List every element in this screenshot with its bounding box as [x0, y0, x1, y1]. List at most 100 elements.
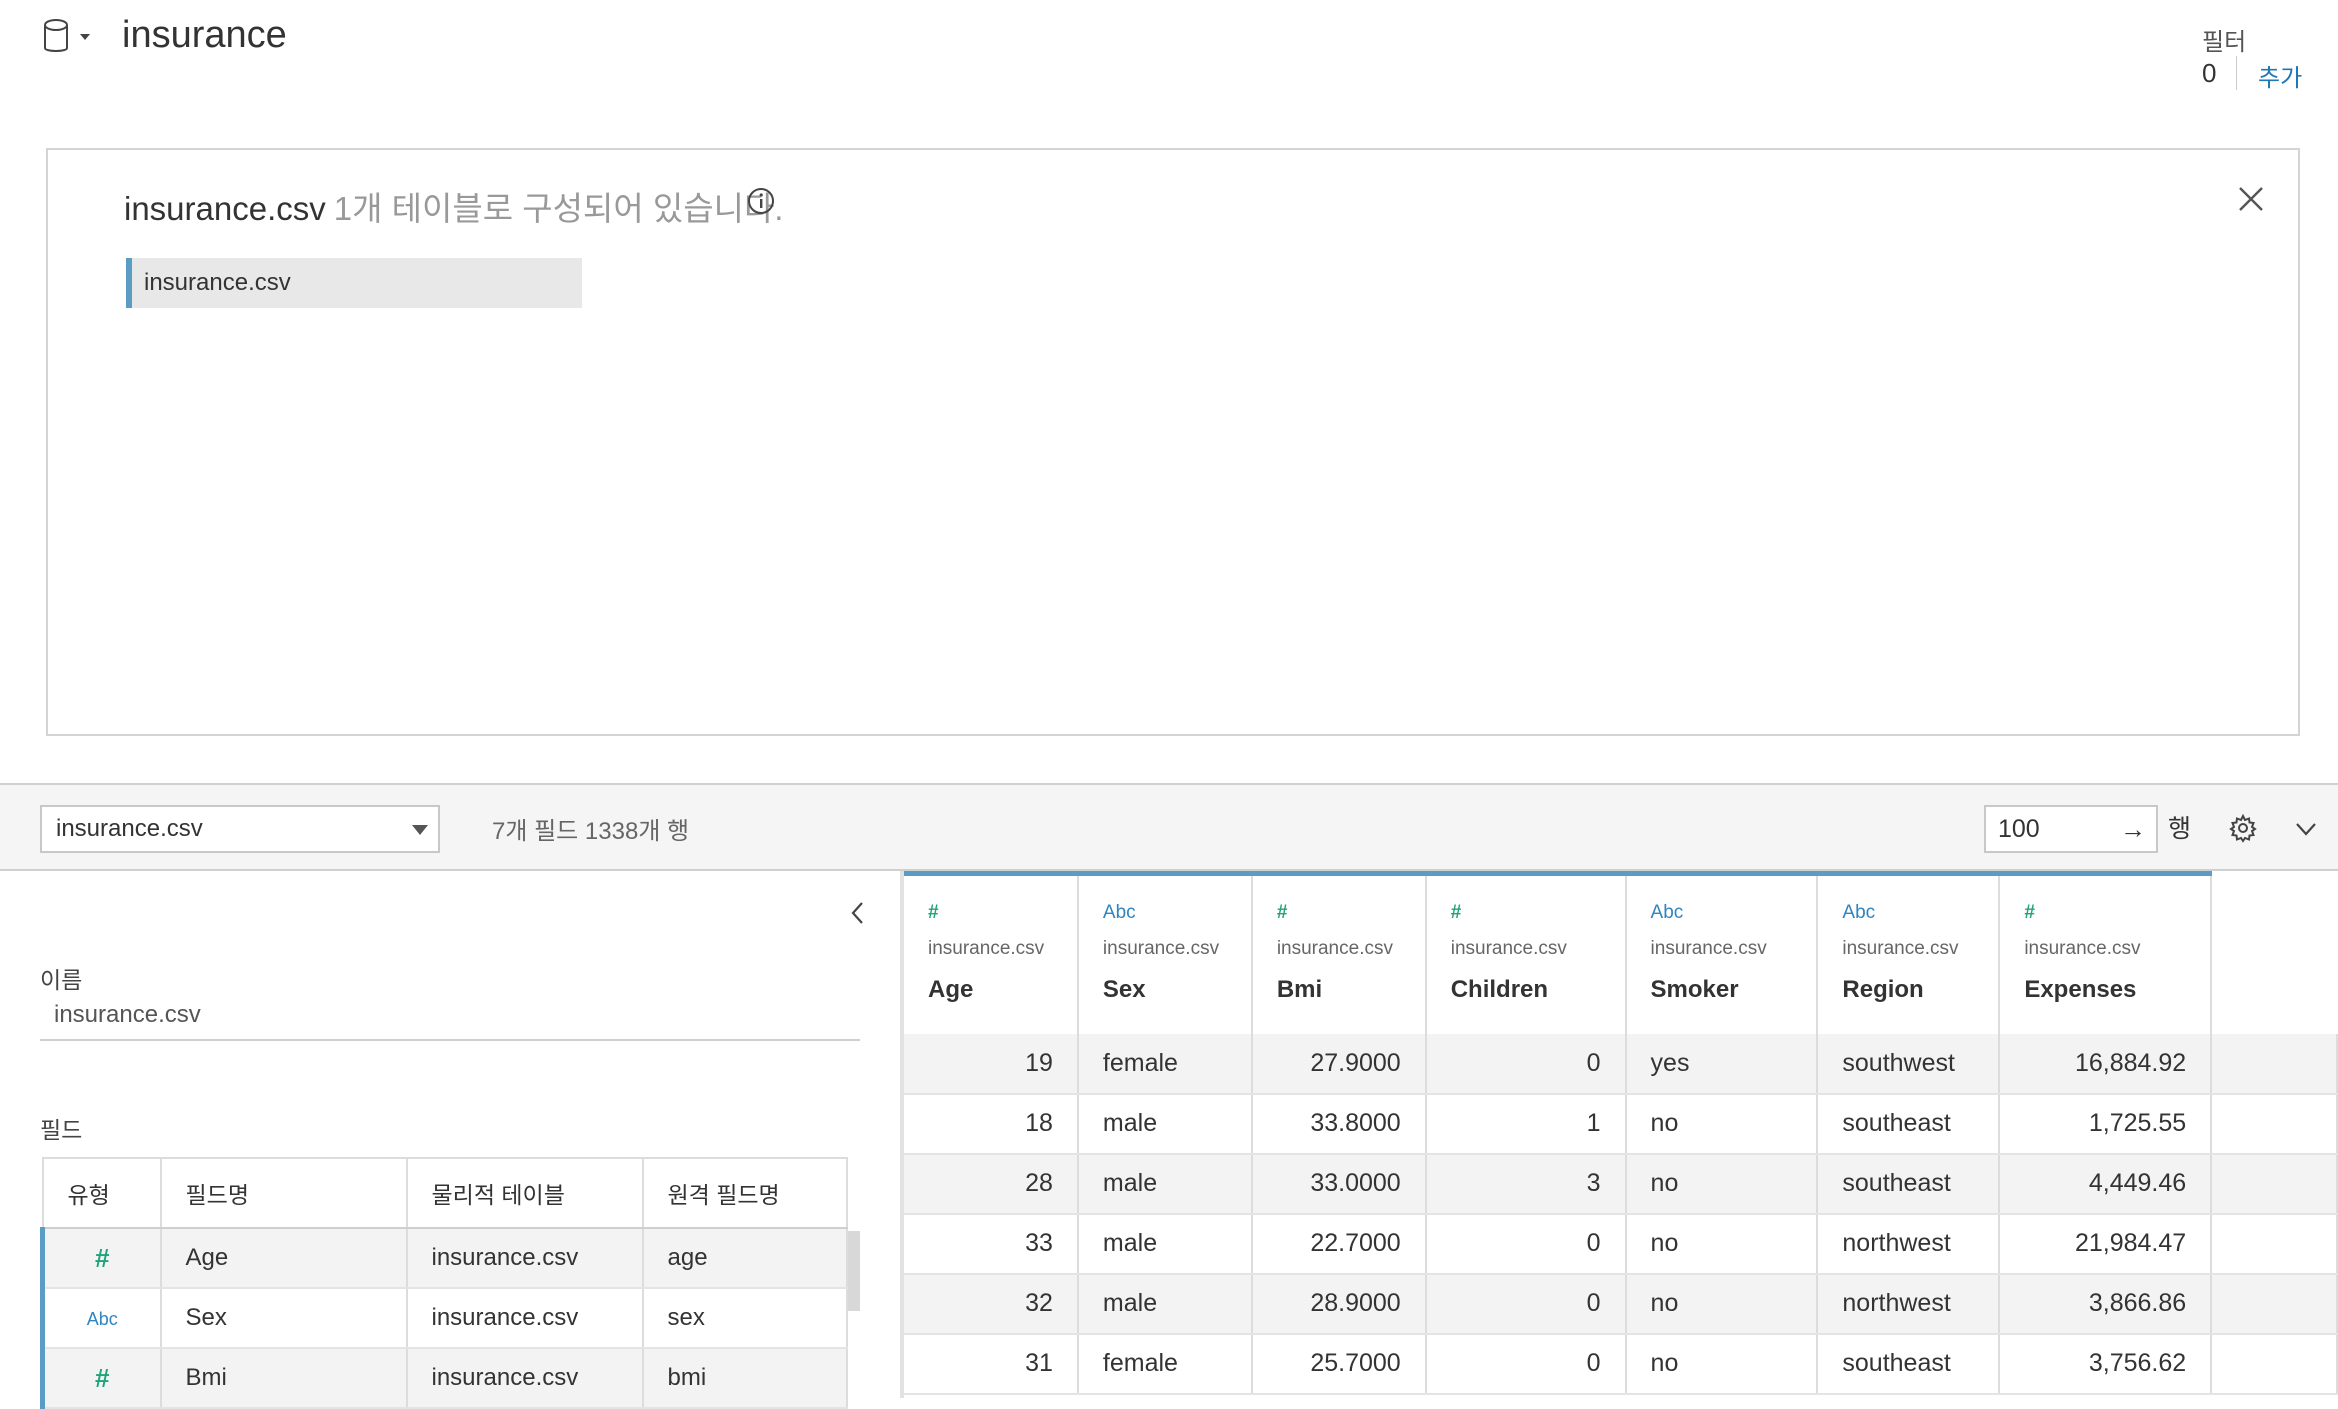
table-row[interactable]: 31 female 25.7000 0 no southeast 3,756.6…: [904, 1333, 2338, 1395]
column-header-age[interactable]: # insurance.csv Age: [904, 871, 1079, 1034]
table-cell[interactable]: 31: [904, 1333, 1079, 1395]
table-cell[interactable]: male: [1077, 1213, 1253, 1275]
filter-count: 0: [2202, 58, 2217, 88]
metadata-panel: 이름 insurance.csv 필드 유형 필드명 물리적 테이블 원격 필드…: [0, 871, 900, 1409]
column-header-region[interactable]: Abc insurance.csv Region: [1817, 871, 2001, 1034]
table-cell[interactable]: 33.0000: [1251, 1153, 1427, 1215]
grid-filler: [2211, 1093, 2338, 1155]
column-header[interactable]: 필드명: [160, 1158, 408, 1229]
table-cell[interactable]: no: [1625, 1153, 1819, 1215]
number-type-icon[interactable]: #: [2024, 902, 2210, 932]
filter-label: 필터: [2202, 29, 2247, 56]
gear-icon[interactable]: [2228, 813, 2258, 843]
grid-filler: [2211, 1273, 2338, 1335]
table-row[interactable]: 19 female 27.9000 0 yes southwest 16,884…: [904, 1033, 2338, 1095]
table-cell[interactable]: southeast: [1817, 1093, 2001, 1155]
close-icon[interactable]: [2236, 184, 2266, 214]
table-cell[interactable]: 0: [1425, 1213, 1627, 1275]
name-field[interactable]: insurance.csv: [40, 995, 860, 1041]
table-cell[interactable]: 21,984.47: [1999, 1213, 2213, 1275]
column-header[interactable]: 원격 필드명: [642, 1158, 848, 1229]
table-cell[interactable]: male: [1077, 1273, 1253, 1335]
table-cell[interactable]: no: [1625, 1213, 1819, 1275]
table-row[interactable]: 32 male 28.9000 0 no northwest 3,866.86: [904, 1273, 2338, 1335]
column-name: Smoker: [1650, 976, 1739, 1003]
chevron-left-icon[interactable]: [846, 899, 870, 927]
table-cell[interactable]: 28.9000: [1251, 1273, 1427, 1335]
number-type-icon[interactable]: #: [40, 1228, 162, 1289]
table-cell[interactable]: 16,884.92: [1999, 1033, 2213, 1095]
rows-input[interactable]: 100 →: [1984, 805, 2158, 853]
chevron-down-icon[interactable]: [2292, 815, 2320, 843]
number-type-icon[interactable]: #: [1451, 902, 1625, 932]
column-header[interactable]: 물리적 테이블: [406, 1158, 644, 1229]
table-cell[interactable]: 0: [1425, 1273, 1627, 1335]
table-cell[interactable]: 1,725.55: [1999, 1093, 2213, 1155]
table-cell[interactable]: northwest: [1817, 1273, 2001, 1335]
table-cell[interactable]: 19: [904, 1033, 1079, 1095]
table-row[interactable]: Abc Sex insurance.csv sex: [40, 1288, 848, 1349]
table-cell[interactable]: 0: [1425, 1033, 1627, 1095]
column-header[interactable]: 유형: [42, 1158, 162, 1229]
table-cell[interactable]: no: [1625, 1333, 1819, 1395]
number-type-icon[interactable]: #: [1277, 902, 1425, 932]
string-type-icon[interactable]: Abc: [1651, 902, 1817, 932]
number-type-icon[interactable]: #: [928, 902, 1077, 932]
table-cell[interactable]: southeast: [1817, 1333, 2001, 1395]
string-type-icon[interactable]: Abc: [40, 1288, 162, 1349]
data-grid-toolbar: insurance.csv 7개 필드 1338개 행 100 → 행: [0, 783, 2338, 871]
field-name[interactable]: Age: [160, 1228, 408, 1289]
table-row[interactable]: # Age insurance.csv age: [40, 1228, 848, 1289]
remote-field-name: sex: [642, 1288, 848, 1349]
table-cell[interactable]: 33: [904, 1213, 1079, 1275]
column-header-sex[interactable]: Abc insurance.csv Sex: [1077, 871, 1253, 1034]
table-select[interactable]: insurance.csv: [40, 805, 440, 853]
table-cell[interactable]: southwest: [1817, 1033, 2001, 1095]
table-row[interactable]: # Bmi insurance.csv bmi: [40, 1348, 848, 1409]
column-header-smoker[interactable]: Abc insurance.csv Smoker: [1625, 871, 1819, 1034]
database-icon[interactable]: [42, 18, 98, 58]
grid-filler: [2211, 1333, 2338, 1395]
table-cell[interactable]: male: [1077, 1153, 1253, 1215]
string-type-icon[interactable]: Abc: [1842, 902, 1998, 932]
table-cell[interactable]: southeast: [1817, 1153, 2001, 1215]
datasource-title[interactable]: insurance: [122, 14, 287, 57]
table-row[interactable]: 28 male 33.0000 3 no southeast 4,449.46: [904, 1153, 2338, 1215]
table-cell[interactable]: female: [1077, 1033, 1253, 1095]
column-name: Bmi: [1276, 976, 1323, 1003]
string-type-icon[interactable]: Abc: [1103, 902, 1251, 932]
number-type-icon[interactable]: #: [40, 1348, 162, 1409]
field-name[interactable]: Bmi: [160, 1348, 408, 1409]
table-cell[interactable]: 0: [1425, 1333, 1627, 1395]
table-cell[interactable]: 18: [904, 1093, 1079, 1155]
table-cell[interactable]: 22.7000: [1251, 1213, 1427, 1275]
table-cell[interactable]: 27.9000: [1251, 1033, 1427, 1095]
table-cell[interactable]: no: [1625, 1273, 1819, 1335]
table-cell[interactable]: male: [1077, 1093, 1253, 1155]
column-header-bmi[interactable]: # insurance.csv Bmi: [1251, 871, 1427, 1034]
table-cell[interactable]: 32: [904, 1273, 1079, 1335]
table-cell[interactable]: 25.7000: [1251, 1333, 1427, 1395]
arrow-right-icon[interactable]: →: [2120, 807, 2146, 851]
scrollbar[interactable]: [848, 1231, 860, 1311]
table-cell[interactable]: 28: [904, 1153, 1079, 1215]
add-filter-link[interactable]: 추가: [2258, 58, 2302, 93]
table-pill[interactable]: insurance.csv: [126, 258, 582, 308]
table-cell[interactable]: female: [1077, 1333, 1253, 1395]
table-cell[interactable]: no: [1625, 1093, 1819, 1155]
table-row[interactable]: 33 male 22.7000 0 no northwest 21,984.47: [904, 1213, 2338, 1275]
table-cell[interactable]: 1: [1425, 1093, 1627, 1155]
table-cell[interactable]: 3,756.62: [1999, 1333, 2213, 1395]
field-name[interactable]: Sex: [160, 1288, 408, 1349]
table-cell[interactable]: 3,866.86: [1999, 1273, 2213, 1335]
column-header-expenses[interactable]: # insurance.csv Expenses: [1999, 871, 2213, 1034]
info-icon[interactable]: [746, 186, 776, 216]
table-cell[interactable]: northwest: [1817, 1213, 2001, 1275]
table-cell[interactable]: 4,449.46: [1999, 1153, 2213, 1215]
column-header-children[interactable]: # insurance.csv Children: [1425, 871, 1627, 1034]
table-row[interactable]: 18 male 33.8000 1 no southeast 1,725.55: [904, 1093, 2338, 1155]
table-cell[interactable]: 33.8000: [1251, 1093, 1427, 1155]
rows-label: 행: [2168, 815, 2192, 843]
table-cell[interactable]: yes: [1625, 1033, 1819, 1095]
table-cell[interactable]: 3: [1425, 1153, 1627, 1215]
